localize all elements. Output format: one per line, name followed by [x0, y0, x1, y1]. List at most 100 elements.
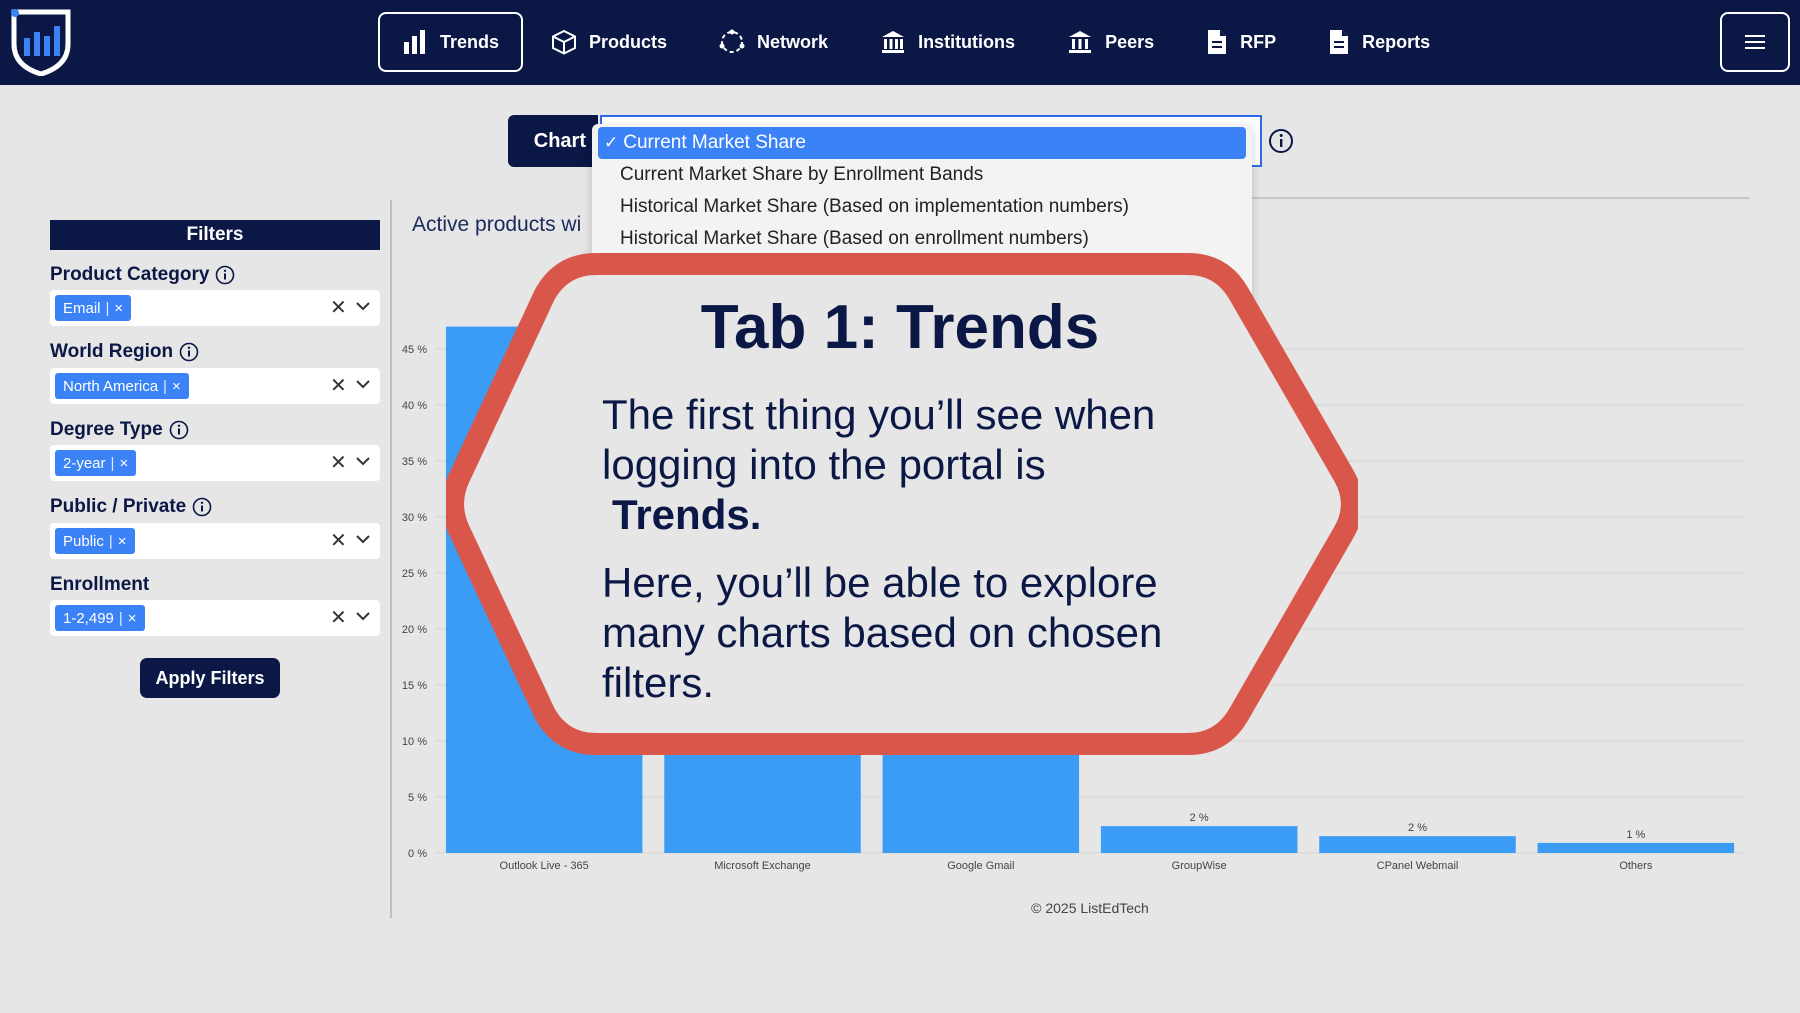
- clear-icon[interactable]: ✕: [330, 605, 347, 630]
- tab-label: Peers: [1105, 31, 1155, 52]
- y-tick-label: 0 %: [408, 848, 427, 860]
- tag-remove-icon[interactable]: ×: [128, 610, 137, 627]
- copyright-footer: © 2025 ListEdTech: [1031, 900, 1149, 916]
- tab-institutions[interactable]: Institutions: [856, 12, 1039, 72]
- info-icon[interactable]: [1268, 128, 1294, 154]
- info-icon[interactable]: [215, 265, 235, 285]
- header-divider: [1252, 197, 1750, 199]
- x-tick-label: Microsoft Exchange: [714, 860, 811, 872]
- tab-label: Trends: [440, 31, 500, 52]
- tag-remove-icon[interactable]: ×: [119, 455, 128, 472]
- degree-type-select[interactable]: 2-year | × ✕: [50, 445, 380, 481]
- report-icon: [1330, 30, 1349, 54]
- clear-icon[interactable]: ✕: [330, 295, 347, 320]
- public-private-select[interactable]: Public | × ✕: [50, 523, 380, 559]
- callout-paragraph-2: Here, you’ll be able to explore many cha…: [602, 559, 1163, 706]
- callout-text: The first thing you’ll see when logging …: [602, 391, 1156, 488]
- chevron-down-icon[interactable]: [356, 534, 370, 544]
- menu-button[interactable]: [1720, 12, 1790, 72]
- tag-separator: |: [163, 377, 167, 395]
- data-label: 2 %: [1408, 822, 1427, 834]
- y-tick-label: 35 %: [402, 456, 427, 468]
- bar: [1537, 842, 1735, 853]
- chevron-down-icon[interactable]: [356, 301, 370, 311]
- chevron-down-icon[interactable]: [356, 611, 370, 621]
- filter-label-degree-type: Degree Type: [50, 419, 189, 441]
- peers-icon: [1069, 31, 1092, 53]
- app-logo[interactable]: [10, 8, 72, 76]
- bar: [1100, 826, 1298, 853]
- tab-trends[interactable]: Trends: [378, 12, 524, 72]
- main-nav: Trends Products Network Institutions Pee…: [378, 12, 1458, 72]
- tag-label: Email: [63, 299, 101, 317]
- filter-label-text: Enrollment: [50, 574, 150, 595]
- filter-tag: Email | ×: [55, 295, 132, 321]
- filter-label-text: World Region: [50, 341, 174, 362]
- callout-bold-text: Trends.: [612, 491, 762, 538]
- x-tick-label: Outlook Live - 365: [500, 860, 589, 872]
- tag-label: 2-year: [63, 454, 106, 472]
- apply-filters-button[interactable]: Apply Filters: [140, 658, 280, 698]
- tag-remove-icon[interactable]: ×: [118, 533, 127, 550]
- world-region-select[interactable]: North America | × ✕: [50, 368, 380, 404]
- chevron-down-icon[interactable]: [356, 379, 370, 389]
- tag-label: North America: [63, 377, 159, 395]
- tab-reports[interactable]: Reports: [1304, 12, 1454, 72]
- y-tick-label: 20 %: [402, 624, 427, 636]
- panel-divider: [390, 200, 392, 918]
- y-tick-label: 25 %: [402, 568, 427, 580]
- hamburger-icon: [1745, 35, 1765, 49]
- document-icon: [1208, 30, 1227, 54]
- tag-label: 1-2,499: [63, 609, 114, 627]
- tab-label: Institutions: [918, 31, 1016, 52]
- tab-products[interactable]: Products: [527, 12, 691, 72]
- filter-label-text: Public / Private: [50, 496, 187, 517]
- tab-label: Network: [757, 31, 829, 52]
- tag-separator: |: [108, 532, 113, 550]
- filter-tag: 2-year | ×: [55, 450, 137, 476]
- tab-network[interactable]: Network: [695, 12, 852, 72]
- tag-remove-icon[interactable]: ×: [172, 378, 181, 395]
- product-category-select[interactable]: Email | × ✕: [50, 290, 380, 326]
- tag-remove-icon[interactable]: ×: [114, 300, 123, 317]
- network-icon: [719, 29, 745, 53]
- dropdown-option-enrollment-bands[interactable]: Current Market Share by Enrollment Bands: [620, 159, 983, 191]
- clear-icon[interactable]: ✕: [330, 373, 347, 398]
- y-tick-label: 15 %: [402, 680, 427, 692]
- info-icon[interactable]: [169, 420, 189, 440]
- checkmark-icon: ✓: [604, 133, 619, 152]
- callout-title: Tab 1: Trends: [700, 293, 1100, 362]
- tab-label: RFP: [1240, 31, 1277, 52]
- filter-label-enrollment: Enrollment: [50, 574, 149, 596]
- filter-label-world-region: World Region: [50, 341, 199, 363]
- filter-label-product-category: Product Category: [50, 264, 235, 286]
- tab-label: Reports: [1362, 31, 1431, 52]
- tab-rfp[interactable]: RFP: [1182, 12, 1300, 72]
- option-label: Current Market Share: [623, 132, 806, 153]
- filter-tag: North America | ×: [55, 373, 189, 399]
- x-tick-label: GroupWise: [1172, 860, 1227, 872]
- clear-icon[interactable]: ✕: [330, 528, 347, 553]
- chevron-down-icon[interactable]: [356, 456, 370, 466]
- tab-peers[interactable]: Peers: [1043, 12, 1178, 72]
- info-icon[interactable]: [192, 497, 212, 517]
- info-icon[interactable]: [179, 342, 199, 362]
- clear-icon[interactable]: ✕: [330, 450, 347, 475]
- x-tick-label: Google Gmail: [947, 860, 1014, 872]
- chart-title: Active products wi: [412, 213, 582, 236]
- x-tick-label: CPanel Webmail: [1377, 860, 1459, 872]
- data-label: 1 %: [1626, 829, 1645, 841]
- y-tick-label: 5 %: [408, 792, 427, 804]
- x-tick-label: Others: [1619, 860, 1653, 872]
- enrollment-select[interactable]: 1-2,499 | × ✕: [50, 600, 380, 636]
- filter-tag: Public | ×: [55, 528, 135, 554]
- y-tick-label: 45 %: [402, 344, 427, 356]
- dropdown-option-historical-implementation[interactable]: Historical Market Share (Based on implem…: [620, 191, 1129, 223]
- filter-label-public-private: Public / Private: [50, 496, 212, 518]
- bar-chart-icon: [404, 30, 425, 54]
- tag-separator: |: [118, 609, 123, 627]
- data-label: 2 %: [1190, 812, 1209, 824]
- tag-separator: |: [110, 454, 115, 472]
- dropdown-option-current-market-share[interactable]: ✓ Current Market Share: [598, 127, 1246, 159]
- tag-separator: |: [105, 299, 110, 317]
